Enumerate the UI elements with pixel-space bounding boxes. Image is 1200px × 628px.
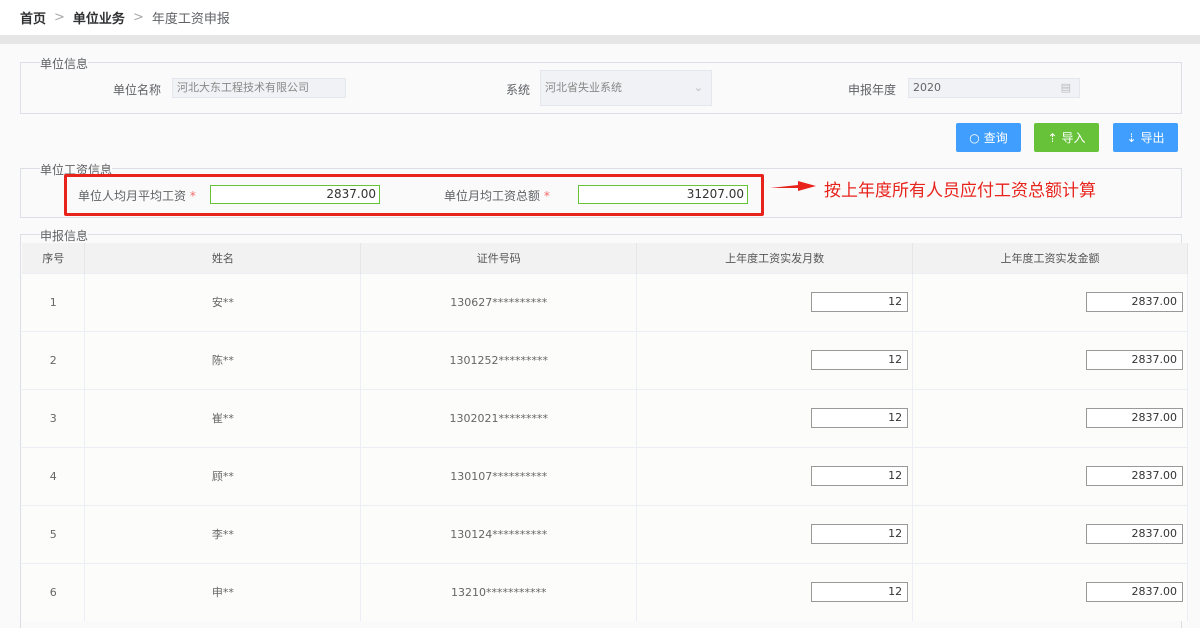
row-months-cell: 12: [636, 330, 914, 389]
months-input[interactable]: 12: [811, 350, 909, 370]
system-select[interactable]: 河北省失业系统 ⌄: [540, 70, 712, 106]
divider-bar: [0, 35, 1200, 44]
calendar-icon: ▤: [1060, 81, 1071, 94]
row-amount-cell: 2837.00: [912, 330, 1188, 389]
row-no: 4: [22, 446, 86, 505]
row-id: 130627**********: [360, 272, 638, 331]
upload-icon: ⇡: [1047, 130, 1058, 145]
table-row: 1 安** 130627********** 12 2837.00: [22, 272, 1188, 331]
avg-wage-input[interactable]: 2837.00: [210, 185, 380, 204]
unit-name-label: 单位名称: [113, 83, 162, 97]
query-label: 查询: [983, 131, 1008, 145]
table-row: 5 李** 130124********** 12 2837.00: [22, 504, 1188, 563]
import-label: 导入: [1061, 131, 1086, 145]
row-months-cell: 12: [636, 272, 914, 331]
amount-input[interactable]: 2837.00: [1086, 466, 1183, 486]
months-input[interactable]: 12: [811, 408, 909, 428]
arrow-icon: [770, 181, 816, 191]
months-input[interactable]: 12: [811, 466, 909, 486]
row-amount-cell: 2837.00: [912, 562, 1188, 621]
row-name: 安**: [84, 272, 362, 331]
query-button[interactable]: ○ 查询: [956, 123, 1021, 152]
row-no: 1: [22, 272, 86, 331]
row-name: 顾**: [84, 446, 362, 505]
row-id: 13210***********: [360, 562, 638, 621]
amount-input[interactable]: 2837.00: [1086, 350, 1183, 370]
row-no: 5: [22, 504, 86, 563]
download-icon: ⇣: [1126, 130, 1137, 145]
chevron-down-icon: ⌄: [693, 81, 703, 94]
breadcrumb-home[interactable]: 首页: [20, 8, 46, 27]
row-id: 1301252*********: [360, 330, 638, 389]
amount-input[interactable]: 2837.00: [1086, 582, 1183, 603]
import-button[interactable]: ⇡ 导入: [1034, 123, 1099, 152]
row-id: 1302021*********: [360, 388, 638, 447]
row-months-cell: 12: [636, 562, 914, 621]
breadcrumb-unit-business[interactable]: 单位业务: [73, 8, 125, 27]
row-name: 李**: [84, 504, 362, 563]
row-no: 6: [22, 562, 86, 621]
row-id: 130107**********: [360, 446, 638, 505]
breadcrumb-separator: >: [54, 10, 65, 25]
table-row: 4 顾** 130107********** 12 2837.00: [22, 446, 1188, 505]
avg-wage-label: 单位人均月平均工资 *: [78, 189, 196, 203]
breadcrumb-current: 年度工资申报: [151, 12, 230, 27]
col-header: 上年度工资实发月数: [636, 243, 914, 273]
declare-table: 序号 姓名 证件号码 上年度工资实发月数 上年度工资实发金额 1 安** 130…: [22, 243, 1188, 621]
col-header: 上年度工资实发金额: [912, 243, 1188, 273]
table-row: 3 崔** 1302021********* 12 2837.00: [22, 388, 1188, 447]
col-header: 证件号码: [360, 243, 638, 273]
row-amount-cell: 2837.00: [912, 446, 1188, 505]
system-label: 系统: [506, 83, 531, 97]
system-value: 河北省失业系统: [545, 81, 622, 94]
col-header: 姓名: [84, 243, 362, 273]
row-amount-cell: 2837.00: [912, 388, 1188, 447]
col-header: 序号: [22, 243, 86, 273]
search-icon: ○: [969, 130, 980, 145]
amount-input[interactable]: 2837.00: [1086, 292, 1183, 312]
row-no: 2: [22, 330, 86, 389]
table-row: 6 申** 13210*********** 12 2837.00: [22, 562, 1188, 621]
export-label: 导出: [1140, 131, 1165, 145]
row-amount-cell: 2837.00: [912, 504, 1188, 563]
total-wage-input[interactable]: 31207.00: [578, 185, 748, 204]
row-no: 3: [22, 388, 86, 447]
row-months-cell: 12: [636, 504, 914, 563]
row-months-cell: 12: [636, 388, 914, 447]
row-name: 申**: [84, 562, 362, 621]
total-wage-label: 单位月均工资总额 *: [444, 189, 550, 203]
row-amount-cell: 2837.00: [912, 272, 1188, 331]
breadcrumb-separator: >: [132, 10, 144, 25]
table-row: 2 陈** 1301252********* 12 2837.00: [22, 330, 1188, 389]
row-months-cell: 12: [636, 446, 914, 505]
annotation-note: 按上年度所有人员应付工资总额计算: [824, 181, 1096, 201]
amount-input[interactable]: 2837.00: [1086, 408, 1183, 428]
breadcrumb: 首页 > 单位业务 > 年度工资申报: [0, 0, 1200, 35]
months-input[interactable]: 12: [811, 292, 909, 312]
unit-name-input[interactable]: 河北大东工程技术有限公司: [172, 78, 346, 98]
row-name: 崔**: [84, 388, 362, 447]
row-name: 陈**: [84, 330, 362, 389]
amount-input[interactable]: 2837.00: [1086, 524, 1183, 544]
months-input[interactable]: 12: [811, 582, 909, 603]
year-label: 申报年度: [848, 83, 897, 97]
months-input[interactable]: 12: [811, 524, 909, 544]
year-value: 2020: [913, 81, 941, 94]
row-id: 130124**********: [360, 504, 638, 563]
export-button[interactable]: ⇣ 导出: [1113, 123, 1178, 152]
year-input[interactable]: 2020 ▤: [908, 78, 1080, 98]
